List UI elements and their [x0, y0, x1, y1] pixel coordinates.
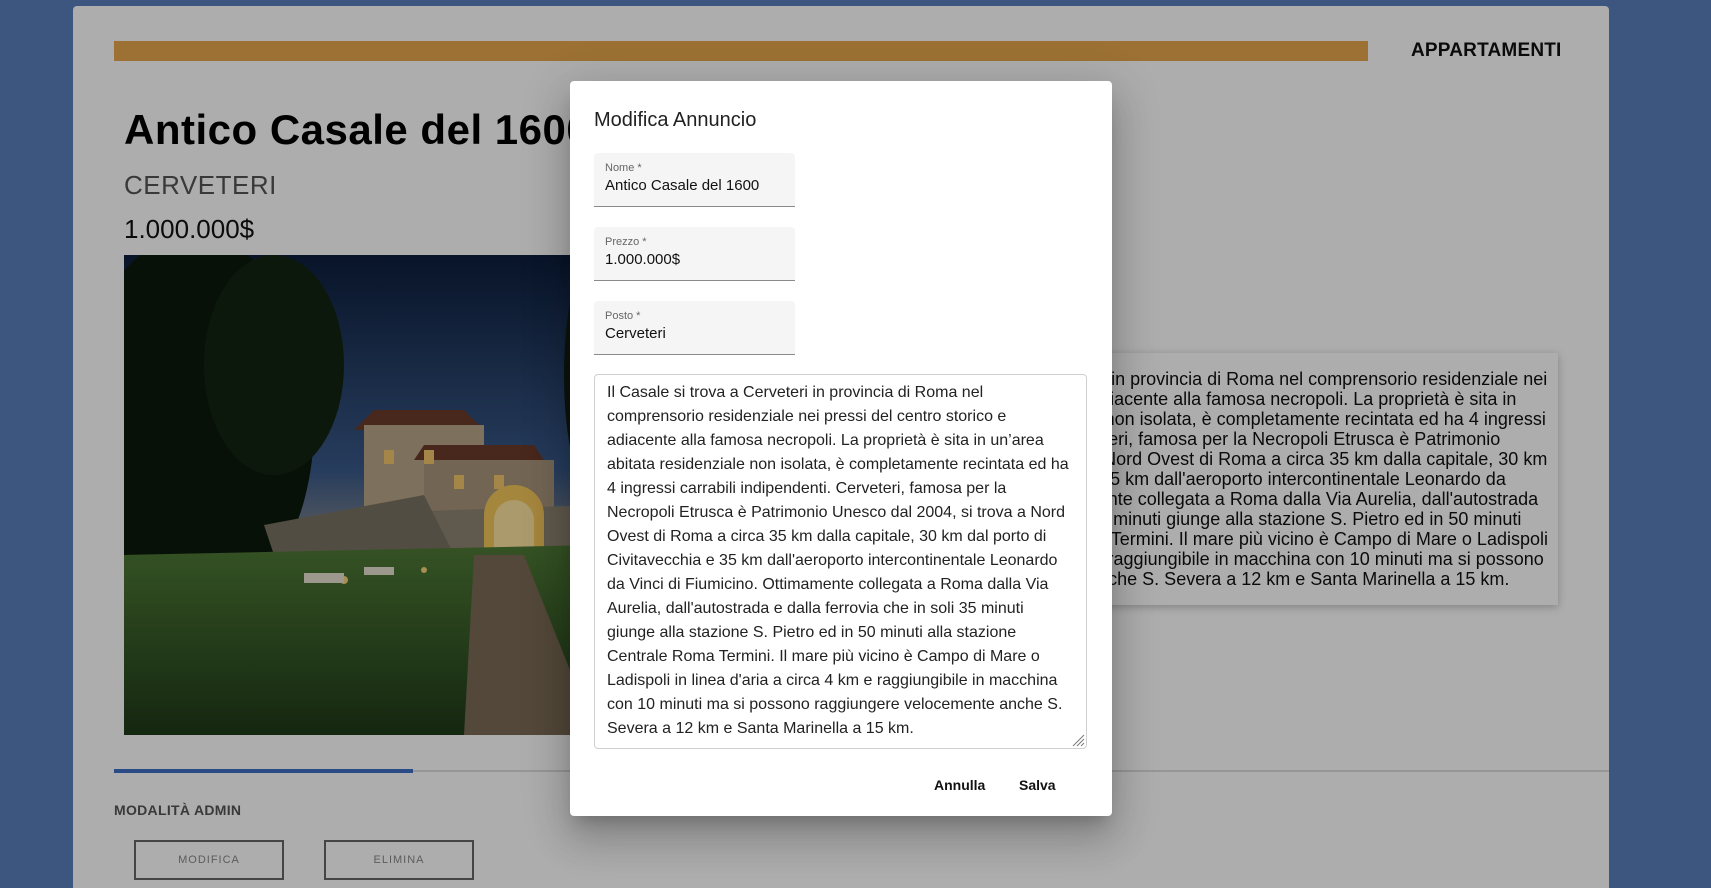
location-field-label: Posto * [605, 310, 641, 322]
name-field[interactable]: Nome * [594, 153, 795, 207]
name-input[interactable] [605, 177, 785, 194]
name-field-label: Nome * [605, 162, 642, 174]
location-field[interactable]: Posto * [594, 301, 795, 355]
location-input[interactable] [605, 325, 785, 342]
price-field-label: Prezzo * [605, 236, 647, 248]
edit-listing-dialog: Modifica Annuncio Nome * Prezzo * Posto … [570, 81, 1112, 816]
price-field[interactable]: Prezzo * [594, 227, 795, 281]
description-textarea[interactable]: Il Casale si trova a Cerveteri in provin… [594, 374, 1087, 749]
cancel-button[interactable]: Annulla [918, 767, 1001, 803]
resize-handle-icon[interactable] [1071, 733, 1085, 747]
save-button[interactable]: Salva [1003, 767, 1072, 803]
dialog-title: Modifica Annuncio [594, 109, 757, 131]
price-input[interactable] [605, 251, 785, 268]
